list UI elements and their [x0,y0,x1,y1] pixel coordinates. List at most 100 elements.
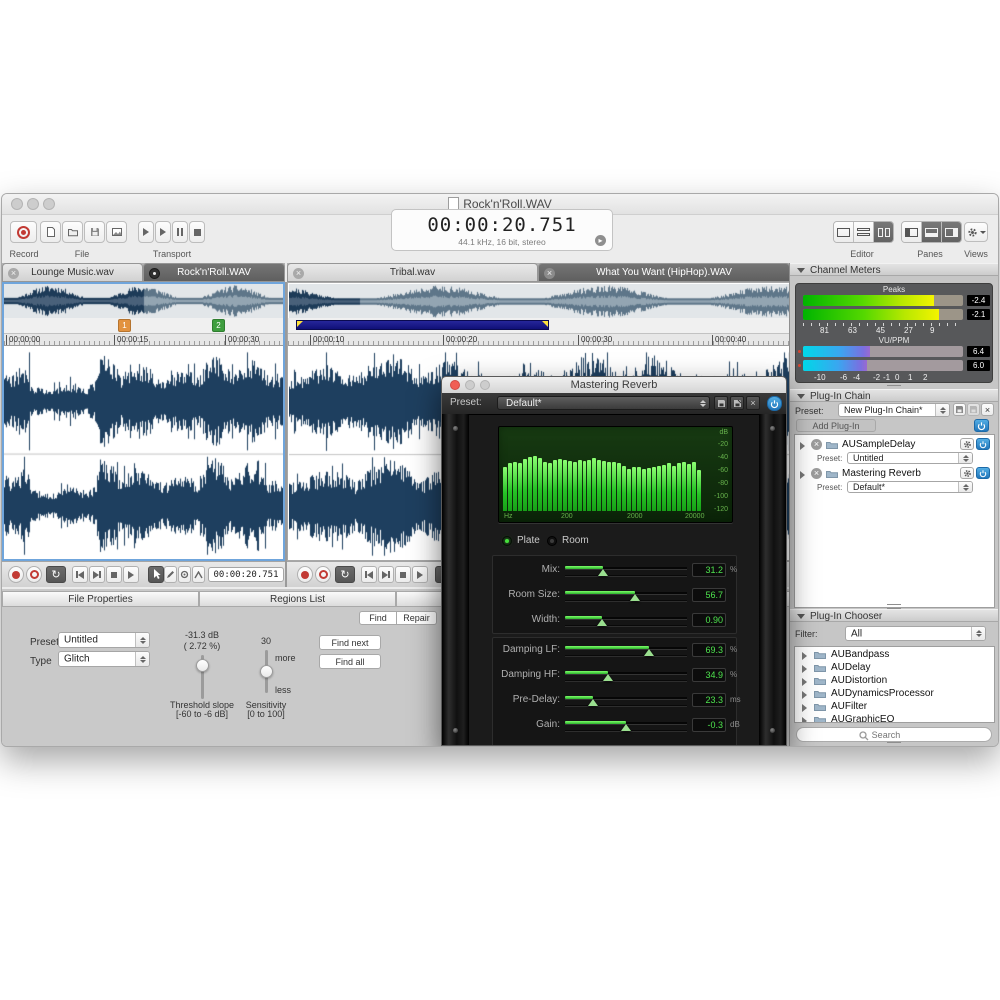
left-main-waveform[interactable] [4,346,283,559]
preset-dropdown[interactable]: Untitled [58,632,150,648]
bottom-pane-toggle[interactable] [922,222,942,242]
play-button[interactable] [155,221,171,243]
channel-meters-header[interactable]: Channel Meters [790,263,998,276]
play-from-start-button[interactable] [138,221,154,243]
chain-preset-dropdown[interactable]: New Plug-In Chain* [838,403,950,417]
left-ruler[interactable]: 00:00:00 00:00:15 00:00:30 [4,333,283,346]
plugin-bypass-button[interactable] [767,396,782,411]
chain-save-as-button[interactable] [967,403,980,416]
resize-handle[interactable] [887,742,901,747]
disclosure-triangle-icon[interactable] [802,665,807,673]
right-ruler[interactable]: 00:00:10 00:00:20 00:00:30 00:00:40 [288,333,789,346]
tab-tribal[interactable]: ×Tribal.wav [287,263,538,282]
item-preset-dropdown[interactable]: Default* [847,481,973,493]
close-icon[interactable]: × [293,268,304,279]
marker-tool-button[interactable] [192,566,205,583]
chain-save-button[interactable] [953,403,966,416]
disclosure-triangle-icon[interactable] [802,717,807,723]
search-input[interactable] [870,729,934,741]
new-file-button[interactable] [40,221,61,243]
marker-flag-2[interactable]: 2 [212,319,225,332]
disclosure-triangle-icon[interactable] [800,442,805,450]
slider-thumb[interactable] [630,594,640,601]
right-pane-toggle[interactable] [942,222,961,242]
remove-plugin-icon[interactable]: × [811,439,822,450]
chain-power-button[interactable] [974,419,989,432]
editor-split-view-button[interactable] [874,222,893,242]
save-button[interactable] [84,221,105,243]
remove-plugin-icon[interactable]: × [811,468,822,479]
room-radio[interactable] [547,536,557,546]
chain-clear-button[interactable]: × [981,403,994,416]
plugin-save-as-preset-button[interactable] [730,396,744,410]
stop-button[interactable] [189,221,205,243]
plugin-settings-button[interactable] [960,438,974,450]
left-time-field[interactable]: 00:00:20.751 [208,567,284,582]
stop-button[interactable] [106,566,122,583]
slider-track[interactable] [565,690,687,710]
plugin-search-field[interactable] [796,727,992,742]
disclosure-triangle-icon[interactable] [802,652,807,660]
go-to-end-button[interactable] [378,566,394,583]
play-button[interactable] [123,566,139,583]
editor-divider[interactable] [285,282,287,587]
editor-single-view-button[interactable] [834,222,854,242]
repair-mode-button[interactable]: Repair [397,611,437,625]
chooser-item[interactable]: AUBandpass [831,649,889,660]
pencil-tool-button[interactable] [164,566,177,583]
loop-button[interactable]: ↻ [46,566,66,583]
pause-button[interactable] [172,221,188,243]
slider-track[interactable] [565,585,687,605]
smudge-tool-button[interactable] [178,566,191,583]
chooser-item[interactable]: AUDelay [831,662,870,673]
record-button[interactable] [10,221,37,243]
slider-track[interactable] [565,665,687,685]
plugin-power-button[interactable] [976,467,990,479]
item-preset-dropdown[interactable]: Untitled [847,452,973,464]
right-overview-waveform[interactable] [289,284,790,319]
tab-what-you-want[interactable]: ×What You Want (HipHop).WAV [538,263,790,282]
record-button[interactable] [297,566,313,583]
slider-track[interactable] [565,560,687,580]
slider-track[interactable] [565,715,687,735]
go-to-end-button[interactable] [89,566,105,583]
stop-button[interactable] [395,566,411,583]
chooser-item[interactable]: AUFilter [831,701,867,712]
chain-item-name[interactable]: AUSampleDelay [842,439,915,450]
find-all-button[interactable]: Find all [319,654,381,669]
slider-thumb[interactable] [598,569,608,576]
plugin-save-preset-button[interactable] [714,396,728,410]
loop-button[interactable]: ↻ [335,566,355,583]
slider-thumb[interactable] [644,649,654,656]
open-file-button[interactable] [62,221,83,243]
type-dropdown[interactable]: Glitch [58,651,150,667]
plugin-delete-preset-button[interactable]: × [746,396,760,410]
export-button[interactable] [106,221,127,243]
record-button[interactable] [8,566,24,583]
tab-rocknroll[interactable]: Rock'n'Roll.WAV [143,263,285,282]
chooser-item[interactable]: AUDynamicsProcessor [831,688,934,699]
tab-file-properties[interactable]: File Properties [2,591,199,607]
slider-thumb[interactable] [597,619,607,626]
plugin-chain-header[interactable]: Plug-In Chain [790,389,998,402]
find-mode-button[interactable]: Find [359,611,397,625]
editor-stacked-view-button[interactable] [854,222,874,242]
plugin-chooser-header[interactable]: Plug-In Chooser [790,609,998,622]
sensitivity-slider-thumb[interactable] [260,665,273,678]
time-options-icon[interactable]: ▸ [595,235,606,246]
close-icon[interactable]: × [8,268,19,279]
tab-lounge-music[interactable]: ×Lounge Music.wav [2,263,143,282]
chain-item-name[interactable]: Mastering Reverb [842,468,921,479]
go-to-start-button[interactable] [72,566,88,583]
plugin-power-button[interactable] [976,438,990,450]
slider-thumb[interactable] [588,699,598,706]
disclosure-triangle-icon[interactable] [802,678,807,686]
filter-dropdown[interactable]: All [845,626,986,641]
slider-track[interactable] [565,640,687,660]
disclosure-triangle-icon[interactable] [802,691,807,699]
selection-region[interactable] [296,320,549,330]
plate-radio[interactable] [502,536,512,546]
selection-tool-button[interactable] [148,566,164,583]
slider-track[interactable] [565,610,687,630]
disclosure-triangle-icon[interactable] [802,704,807,712]
